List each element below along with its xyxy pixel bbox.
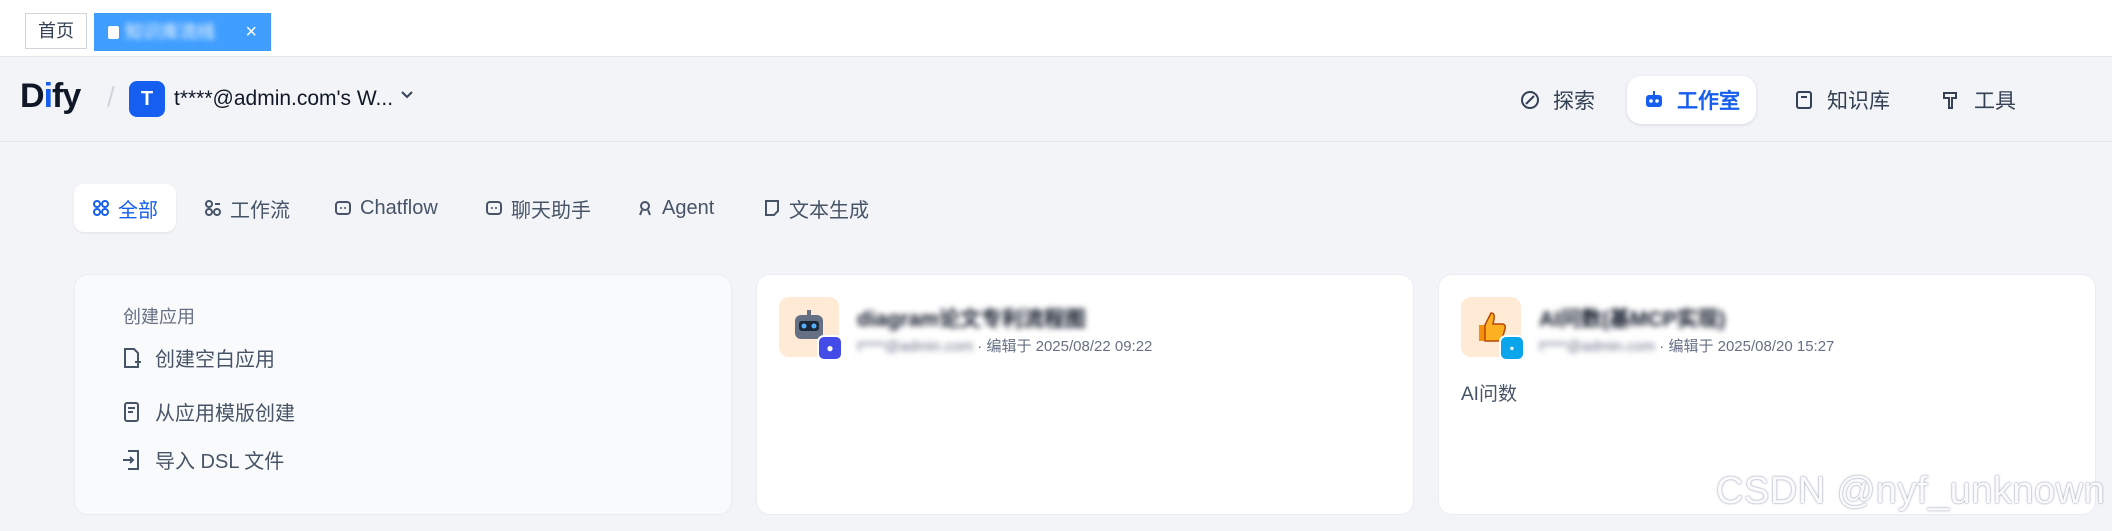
create-app-title: 创建应用 — [123, 307, 195, 327]
hammer-icon — [1943, 92, 1957, 109]
app-name: AI问数(基MCP实现) — [1539, 308, 1726, 331]
filter-tab-workflow[interactable]: 工作流 — [186, 184, 308, 232]
create-from-template-button[interactable]: 从应用模版创建 — [121, 397, 295, 426]
document-icon — [765, 200, 779, 216]
app-meta: t****@admin.com · 编辑于 2025/08/22 09:22 — [857, 338, 1153, 355]
nav-tools[interactable]: 工具 — [1924, 76, 2032, 124]
tab-active-label: 知识库流线 — [125, 22, 215, 42]
filter-tab-completion-label: 文本生成 — [789, 199, 869, 222]
app-meta: t****@admin.com · 编辑于 2025/08/20 15:27 — [1539, 338, 1835, 355]
filter-tab-completion[interactable]: 文本生成 — [745, 184, 887, 232]
agent-icon — [639, 201, 651, 216]
file-import-icon — [123, 449, 139, 470]
tab-strip: 首页 知识库流线 × — [0, 0, 2112, 57]
filter-tab-chatflow[interactable]: Chatflow — [316, 184, 456, 232]
file-plus-icon — [124, 347, 141, 368]
book-icon — [1796, 91, 1812, 109]
tab-home[interactable]: 首页 — [25, 13, 87, 49]
filter-tab-all[interactable]: 全部 — [74, 184, 176, 232]
filter-tab-chatflow-label: Chatflow — [360, 196, 438, 219]
tab-active[interactable]: 知识库流线 × — [94, 13, 271, 51]
create-blank-app-label: 创建空白应用 — [155, 349, 275, 371]
agent-badge-icon: ● — [817, 335, 843, 361]
watermark: CSDN @nyf_unknown — [1716, 470, 2106, 512]
create-from-template-label: 从应用模版创建 — [155, 403, 295, 425]
nav-knowledge-label: 知识库 — [1827, 90, 1890, 113]
workspace-name[interactable]: t****@admin.com's W... — [174, 87, 393, 111]
filter-tab-agent-label: Agent — [662, 196, 715, 219]
robot-icon — [1646, 91, 1662, 107]
create-app-card: 创建应用 创建空白应用 从应用模版创建 导入 DSL 文件 — [74, 274, 732, 515]
create-blank-app-button[interactable]: 创建空白应用 — [121, 343, 275, 372]
nav-studio[interactable]: 工作室 — [1627, 76, 1756, 124]
grid-icon — [93, 200, 109, 216]
template-icon — [124, 401, 139, 422]
chevron-down-icon[interactable] — [400, 87, 414, 103]
nav-tools-label: 工具 — [1974, 90, 2016, 113]
app-header: Dify / T t****@admin.com's W... 探索 工作室 知… — [0, 57, 2112, 142]
filter-tab-chatbot[interactable]: 聊天助手 — [467, 184, 609, 232]
filter-tab-agent[interactable]: Agent — [618, 184, 732, 232]
import-dsl-label: 导入 DSL 文件 — [155, 451, 285, 473]
nav-knowledge[interactable]: 知识库 — [1777, 76, 1906, 124]
chat-bubble-icon — [335, 201, 351, 215]
app-description: AI问数 — [1461, 384, 1517, 405]
workspace-avatar[interactable]: T — [129, 81, 165, 117]
import-dsl-button[interactable]: 导入 DSL 文件 — [121, 445, 284, 474]
nav-explore-label: 探索 — [1553, 90, 1595, 113]
workflow-icon — [205, 200, 221, 216]
compass-icon — [1521, 91, 1539, 109]
nav-studio-label: 工作室 — [1677, 90, 1740, 113]
close-icon[interactable]: × — [245, 13, 257, 51]
breadcrumb-separator: / — [107, 81, 115, 112]
app-card[interactable]: ● diagram论文专利流程图 t****@admin.com · 编辑于 2… — [756, 274, 1414, 515]
nav-explore[interactable]: 探索 — [1503, 76, 1611, 124]
filter-tab-workflow-label: 工作流 — [230, 199, 290, 222]
app-name: diagram论文专利流程图 — [857, 308, 1086, 331]
document-icon — [108, 25, 119, 39]
dify-logo[interactable]: Dify — [20, 77, 81, 116]
filter-tab-chatbot-label: 聊天助手 — [511, 199, 591, 222]
filter-tab-all-label: 全部 — [118, 199, 158, 222]
chat-badge-icon: ▪ — [1499, 335, 1525, 361]
chat-bot-icon — [486, 201, 502, 215]
